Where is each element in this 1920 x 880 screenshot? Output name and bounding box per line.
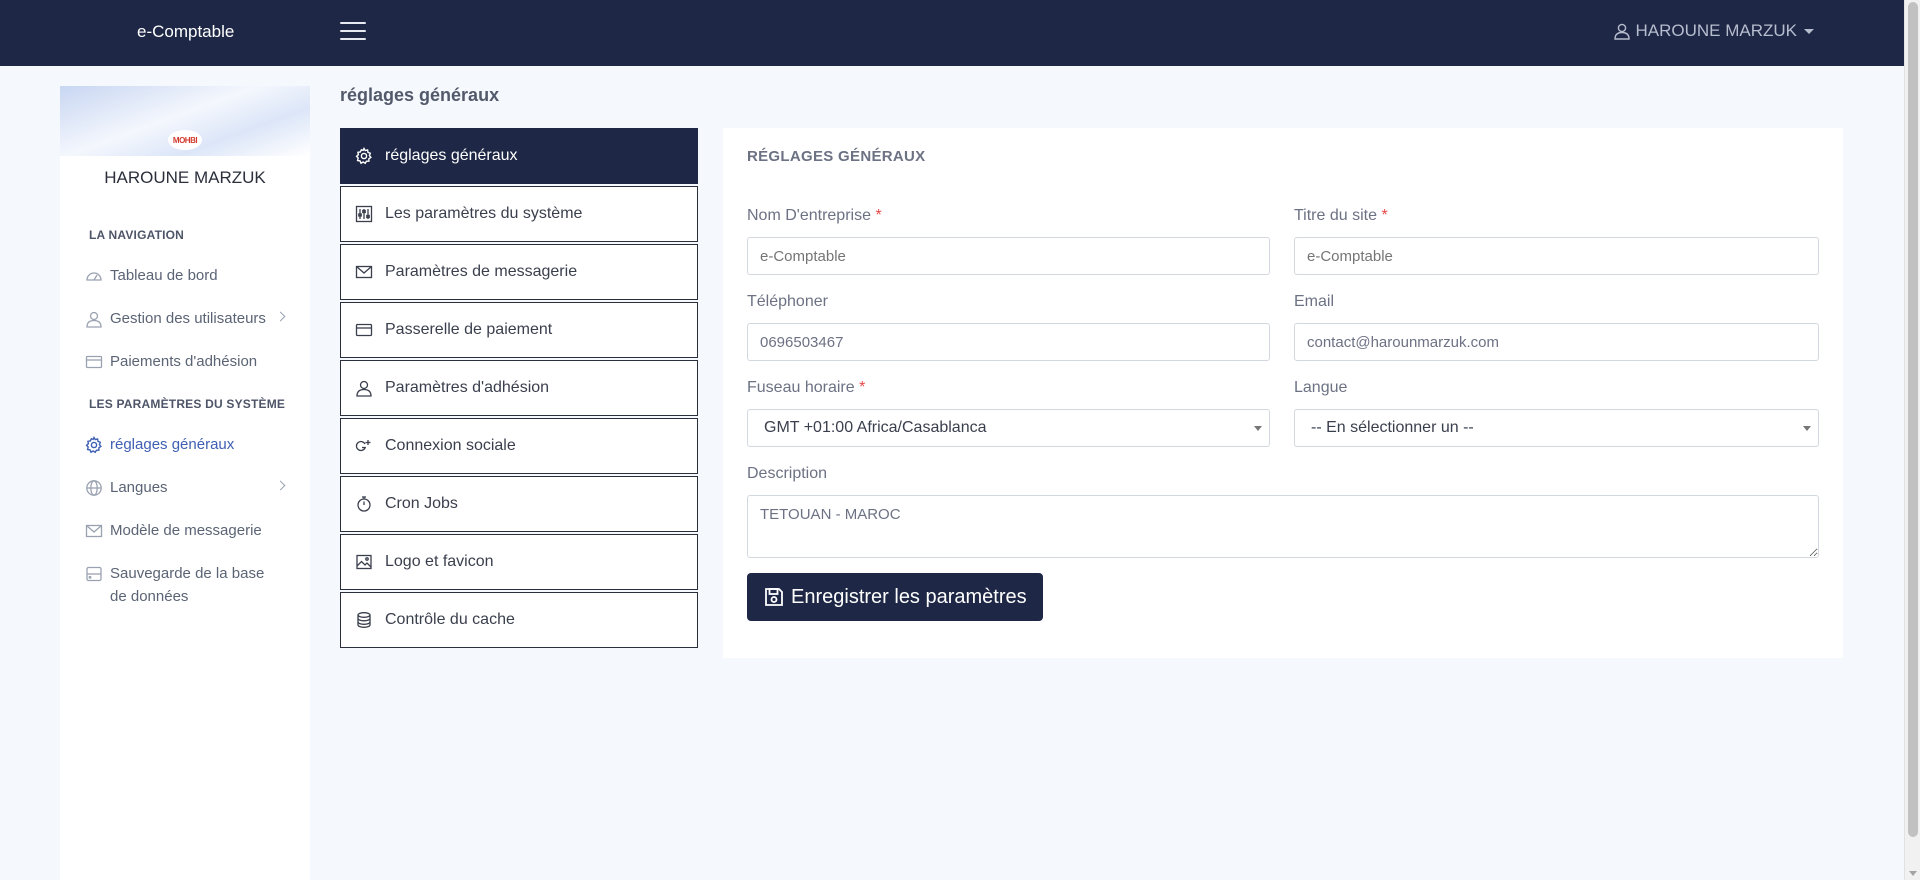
settings-menu-label: Contrôle du cache bbox=[385, 611, 515, 628]
credit-card-icon bbox=[85, 355, 103, 369]
card-title: RÉGLAGES GÉNÉRAUX bbox=[747, 148, 926, 165]
sidebar-item-label: Langues bbox=[110, 479, 168, 496]
required-mark: * bbox=[875, 207, 882, 224]
company-name-input[interactable] bbox=[747, 237, 1270, 275]
page-title: réglages généraux bbox=[340, 85, 500, 105]
description-label: Description bbox=[747, 465, 828, 482]
settings-menu-label: réglages généraux bbox=[385, 147, 518, 164]
language-label: Langue bbox=[1294, 379, 1348, 396]
profile-banner: MOHBI bbox=[60, 86, 310, 156]
dashboard-icon bbox=[86, 272, 102, 281]
section-navigation-heading: LA NAVIGATION bbox=[89, 228, 185, 242]
site-title-label: Titre du site * bbox=[1294, 207, 1388, 225]
save-button-label: Enregistrer les paramètres bbox=[791, 585, 1027, 608]
profile-name: HAROUNE MARZUK bbox=[104, 168, 266, 187]
sidebar-item-user-management[interactable]: Gestion des utilisateurs bbox=[60, 307, 310, 330]
scroll-down-arrow-icon[interactable] bbox=[1909, 871, 1917, 876]
user-icon bbox=[356, 380, 372, 397]
settings-menu-social-login[interactable]: Connexion sociale bbox=[340, 418, 698, 474]
scrollbar-thumb[interactable] bbox=[1908, 2, 1918, 837]
required-mark: * bbox=[859, 379, 866, 396]
sidebar-item-label: Gestion des utilisateurs bbox=[110, 310, 266, 327]
sidebar-item-label: Paiements d'adhésion bbox=[110, 353, 258, 370]
settings-menu-label: Connexion sociale bbox=[385, 437, 516, 454]
settings-menu-label: Paramètres de messagerie bbox=[385, 263, 578, 280]
credit-card-icon bbox=[355, 323, 373, 337]
phone-label: Téléphoner bbox=[747, 293, 828, 310]
sidebar: MOHBI HAROUNE MARZUK LA NAVIGATION Table… bbox=[60, 86, 310, 880]
stopwatch-icon bbox=[357, 496, 371, 512]
settings-menu-label: Paramètres d'adhésion bbox=[385, 379, 550, 396]
user-menu[interactable]: HAROUNE MARZUK bbox=[1613, 21, 1814, 41]
chevron-right-icon bbox=[275, 311, 286, 322]
top-navbar: e-Comptable HAROUNE MARZUK bbox=[0, 0, 1904, 66]
site-title-label-text: Titre du site bbox=[1294, 207, 1377, 224]
company-name-label-text: Nom D'entreprise bbox=[747, 207, 871, 224]
save-settings-button[interactable]: Enregistrer les paramètres bbox=[747, 573, 1043, 621]
sidebar-item-label: Modèle de messagerie bbox=[110, 522, 262, 539]
gear-icon bbox=[85, 436, 102, 454]
phone-input[interactable] bbox=[747, 323, 1270, 361]
settings-menu-logo-favicon[interactable]: Logo et favicon bbox=[340, 534, 698, 590]
settings-menu-label: Les paramètres du système bbox=[385, 205, 583, 222]
sidebar-item-label: Tableau de bord bbox=[110, 267, 218, 284]
required-mark: * bbox=[1381, 207, 1388, 224]
sidebar-item-membership-payments[interactable]: Paiements d'adhésion bbox=[60, 350, 310, 373]
language-select[interactable]: -- En sélectionner un -- bbox=[1294, 409, 1819, 447]
menu-toggle-icon[interactable] bbox=[340, 22, 366, 42]
user-name: HAROUNE MARZUK bbox=[1635, 21, 1797, 40]
database-icon bbox=[86, 566, 102, 582]
timezone-label-text: Fuseau horaire bbox=[747, 379, 855, 396]
sidebar-item-label: Sauvegarde de la base de données bbox=[110, 565, 265, 605]
settings-menu-membership[interactable]: Paramètres d'adhésion bbox=[340, 360, 698, 416]
sidebar-item-label: réglages généraux bbox=[110, 436, 235, 453]
globe-icon bbox=[86, 480, 102, 496]
settings-menu-label: Cron Jobs bbox=[385, 495, 458, 512]
sidebar-item-email-template[interactable]: Modèle de messagerie bbox=[60, 519, 310, 542]
sidebar-item-languages[interactable]: Langues bbox=[60, 476, 310, 499]
timezone-select[interactable]: GMT +01:00 Africa/Casablanca bbox=[747, 409, 1270, 447]
site-title-input[interactable] bbox=[1294, 237, 1819, 275]
page-scrollbar[interactable] bbox=[1904, 0, 1920, 880]
section-system-heading: LES PARAMÈTRES DU SYSTÈME bbox=[89, 397, 286, 411]
dropdown-arrow-icon bbox=[1254, 426, 1262, 431]
settings-menu-label: Logo et favicon bbox=[385, 553, 494, 570]
company-name-label: Nom D'entreprise * bbox=[747, 207, 882, 225]
timezone-label: Fuseau horaire * bbox=[747, 379, 865, 397]
settings-menu-label: Passerelle de paiement bbox=[385, 321, 553, 338]
company-logo: MOHBI bbox=[168, 130, 202, 150]
language-selected-value: -- En sélectionner un -- bbox=[1311, 419, 1474, 436]
email-label: Email bbox=[1294, 293, 1335, 310]
settings-menu-cron-jobs[interactable]: Cron Jobs bbox=[340, 476, 698, 532]
user-icon bbox=[1614, 23, 1631, 40]
general-settings-card: RÉGLAGES GÉNÉRAUX Nom D'entreprise * Tit… bbox=[723, 128, 1843, 658]
settings-menu-email[interactable]: Paramètres de messagerie bbox=[340, 244, 698, 300]
database-icon bbox=[357, 612, 371, 628]
user-icon bbox=[86, 311, 102, 328]
floppy-disk-icon bbox=[765, 588, 783, 606]
email-input[interactable] bbox=[1294, 323, 1819, 361]
settings-menu-general[interactable]: réglages généraux bbox=[340, 128, 698, 184]
settings-menu-payment-gateway[interactable]: Passerelle de paiement bbox=[340, 302, 698, 358]
timezone-selected-value: GMT +01:00 Africa/Casablanca bbox=[764, 419, 987, 436]
dropdown-arrow-icon bbox=[1803, 426, 1811, 431]
envelope-icon bbox=[85, 524, 103, 538]
company-logo-text: MOHBI bbox=[172, 135, 198, 145]
settings-menu: réglages généraux Les paramètres du syst… bbox=[340, 128, 698, 650]
settings-menu-system[interactable]: Les paramètres du système bbox=[340, 186, 698, 242]
google-plus-icon bbox=[355, 440, 371, 452]
sidebar-item-general-settings[interactable]: réglages généraux bbox=[60, 433, 310, 456]
gear-icon bbox=[355, 147, 372, 165]
brand-name[interactable]: e-Comptable bbox=[137, 22, 234, 42]
envelope-icon bbox=[355, 265, 373, 279]
description-textarea[interactable]: TETOUAN - MAROC bbox=[747, 495, 1819, 558]
sidebar-item-dashboard[interactable]: Tableau de bord bbox=[60, 264, 310, 287]
chevron-right-icon bbox=[275, 480, 286, 491]
settings-menu-cache[interactable]: Contrôle du cache bbox=[340, 592, 698, 648]
image-icon bbox=[356, 554, 372, 570]
sliders-icon bbox=[355, 205, 373, 223]
sidebar-item-database-backup[interactable]: Sauvegarde de la base de données bbox=[60, 562, 280, 608]
chevron-down-icon bbox=[1804, 28, 1814, 34]
